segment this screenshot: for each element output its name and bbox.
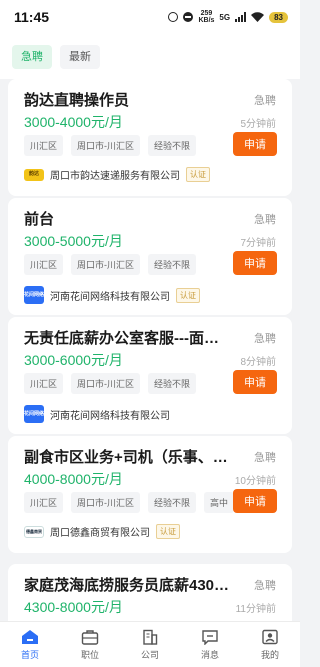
status-icons: 259 KB/s 5G 83 (168, 10, 288, 24)
job-salary: 3000-6000元/月 (24, 352, 123, 368)
job-title: 前台 (24, 211, 55, 228)
apply-button[interactable]: 申请 (233, 251, 277, 275)
requirement-tag: 周口市-川汇区 (71, 492, 141, 513)
company-name: 周口市韵达速递服务有限公司 (50, 171, 180, 182)
company-row[interactable]: 韵达 周口市韵达速递服务有限公司 认证 (24, 167, 210, 182)
status-time: 11:45 (14, 9, 50, 25)
do-not-disturb-icon (183, 12, 194, 22)
network-speed-unit: KB/s (198, 17, 215, 24)
requirement-tags: 川汇区 周口市-川汇区 经验不限 (24, 135, 197, 156)
company-name: 河南花间网络科技有限公司 (50, 410, 170, 422)
wifi-icon (251, 12, 265, 22)
job-title: 无责任底薪办公室客服---面试包过 (24, 330, 232, 347)
filter-tabs: 急聘 最新 (0, 34, 300, 79)
status-bar: 11:45 259 KB/s 5G 83 (0, 0, 300, 34)
tab-home[interactable]: 首页 (0, 622, 60, 667)
requirement-tag: 经验不限 (148, 135, 197, 156)
network-type: 5G (219, 12, 231, 22)
company-logo: 韵达 (24, 168, 44, 181)
building-icon (143, 629, 158, 645)
job-card[interactable]: 前台 急聘 3000-5000元/月 7分钟前 川汇区 周口市-川汇区 经验不限… (8, 198, 292, 315)
tab-label: 职位 (80, 649, 99, 660)
tab-label: 我的 (260, 649, 279, 660)
requirement-tag: 高中 (204, 492, 235, 513)
company-row[interactable]: 花间网络 河南花间网络科技有限公司 (24, 405, 170, 423)
job-card[interactable]: 无责任底薪办公室客服---面试包过 急聘 3000-6000元/月 8分钟前 川… (8, 317, 292, 434)
job-title: 韵达直聘操作员 (24, 92, 130, 109)
requirement-tag: 经验不限 (148, 254, 197, 275)
requirement-tag: 经验不限 (148, 373, 197, 394)
requirement-tag: 周口市-川汇区 (71, 135, 141, 156)
alarm-icon (168, 12, 179, 22)
company-row[interactable]: 花间网络 河南花间网络科技有限公司 认证 (24, 286, 200, 304)
urgent-tag: 急聘 (254, 333, 276, 345)
tab-label: 公司 (140, 649, 159, 660)
message-icon (202, 629, 218, 645)
company-logo: 花间网络 (24, 286, 44, 304)
battery-indicator: 83 (269, 11, 288, 23)
urgent-tag: 急聘 (254, 95, 276, 107)
post-time: 11分钟前 (235, 604, 276, 615)
job-salary: 4300-8000元/月 (24, 599, 123, 615)
job-salary: 4000-8000元/月 (24, 471, 123, 487)
apply-button[interactable]: 申请 (233, 489, 277, 513)
network-speed-value: 259 (200, 10, 213, 17)
verified-badge: 认证 (186, 167, 210, 182)
post-time: 5分钟前 (240, 119, 276, 130)
apply-button[interactable]: 申请 (233, 132, 277, 156)
job-salary: 3000-4000元/月 (24, 114, 123, 130)
requirement-tag: 川汇区 (24, 373, 64, 394)
requirement-tag: 周口市-川汇区 (71, 373, 141, 394)
verified-badge: 认证 (176, 287, 200, 303)
post-time: 10分钟前 (234, 476, 276, 487)
urgent-tag: 急聘 (254, 214, 276, 226)
job-title: 家庭茂海底捞服务员底薪4300（包吃… (24, 577, 232, 594)
bottom-tab-bar: 首页 职位 公司 消息 我的 (0, 621, 300, 667)
home-icon (22, 629, 38, 644)
signal-icon (235, 12, 247, 22)
job-card[interactable]: 韵达直聘操作员 急聘 3000-4000元/月 5分钟前 川汇区 周口市-川汇区… (8, 79, 292, 196)
tab-label: 首页 (20, 649, 39, 660)
tab-profile[interactable]: 我的 (240, 622, 300, 667)
requirement-tag: 川汇区 (24, 492, 64, 513)
company-name: 周口德鑫商贸有限公司 (50, 528, 150, 539)
network-speed: 259 KB/s (198, 10, 214, 24)
requirement-tags: 川汇区 周口市-川汇区 经验不限 高中 (24, 492, 235, 513)
requirement-tag: 川汇区 (24, 254, 64, 275)
job-list: 韵达直聘操作员 急聘 3000-4000元/月 5分钟前 川汇区 周口市-川汇区… (0, 79, 300, 621)
job-title: 副食市区业务+司机（乐事、奥利奥、… (24, 449, 232, 466)
requirement-tag: 川汇区 (24, 135, 64, 156)
company-name: 河南花间网络科技有限公司 (50, 291, 170, 303)
verified-badge: 认证 (156, 524, 180, 539)
company-row[interactable]: 德鑫商贸 周口德鑫商贸有限公司 认证 (24, 524, 180, 539)
tab-latest[interactable]: 最新 (60, 44, 100, 69)
tab-urgent[interactable]: 急聘 (12, 44, 52, 69)
job-card[interactable]: 副食市区业务+司机（乐事、奥利奥、… 急聘 4000-8000元/月 10分钟前… (8, 436, 292, 553)
company-logo: 花间网络 (24, 405, 44, 423)
requirement-tags: 川汇区 周口市-川汇区 经验不限 (24, 254, 197, 275)
requirement-tags: 川汇区 周口市-川汇区 经验不限 (24, 373, 197, 394)
job-card[interactable]: 家庭茂海底捞服务员底薪4300（包吃… 急聘 4300-8000元/月 11分钟… (8, 564, 292, 621)
urgent-tag: 急聘 (254, 452, 276, 464)
profile-icon (262, 629, 278, 644)
requirement-tag: 经验不限 (148, 492, 197, 513)
tab-company[interactable]: 公司 (120, 622, 180, 667)
post-time: 8分钟前 (240, 357, 276, 368)
requirement-tag: 周口市-川汇区 (71, 254, 141, 275)
apply-button[interactable]: 申请 (233, 370, 277, 394)
job-salary: 3000-5000元/月 (24, 233, 123, 249)
tab-label: 消息 (200, 649, 219, 660)
company-logo: 德鑫商贸 (24, 525, 44, 538)
briefcase-icon (81, 629, 99, 645)
post-time: 7分钟前 (240, 238, 276, 249)
urgent-tag: 急聘 (254, 580, 276, 592)
tab-jobs[interactable]: 职位 (60, 622, 120, 667)
tab-messages[interactable]: 消息 (180, 622, 240, 667)
